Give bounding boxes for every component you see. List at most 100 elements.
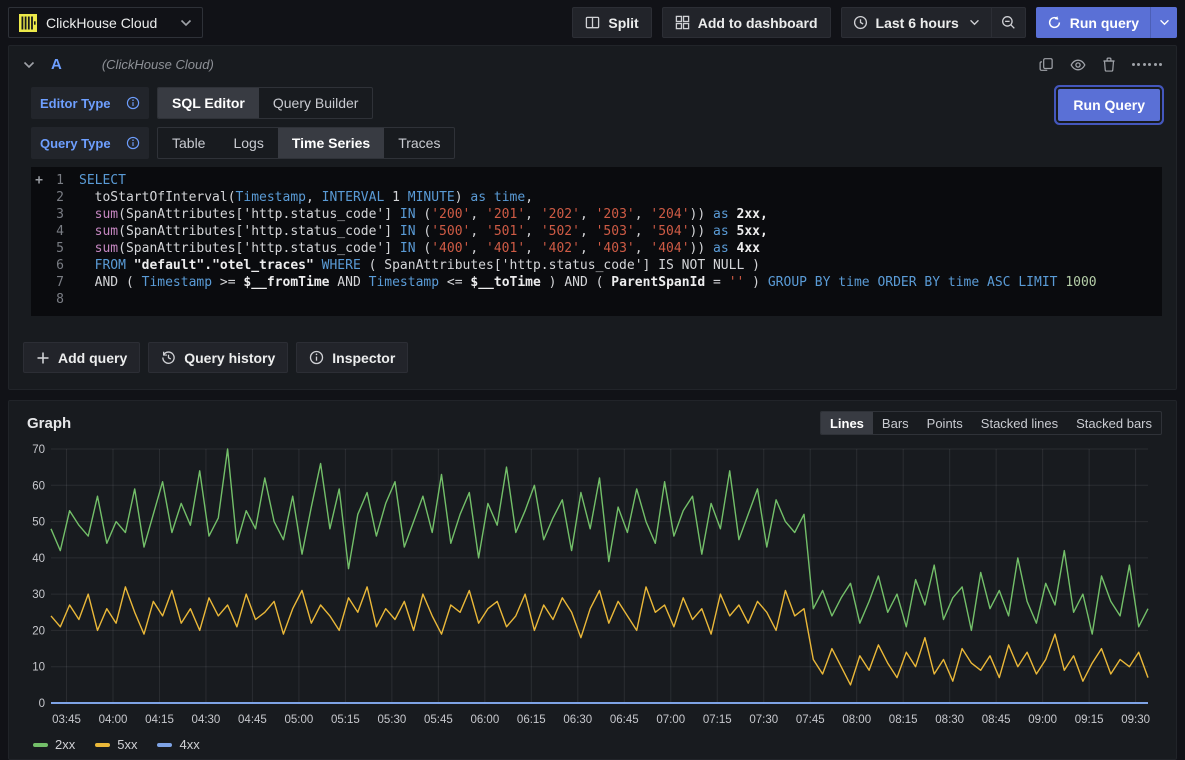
option-logs[interactable]: Logs: [219, 128, 277, 158]
line-number-gutter: 7: [31, 274, 79, 291]
code-line[interactable]: 6 FROM "default"."otel_traces" WHERE ( S…: [31, 257, 1162, 274]
run-query-label: Run query: [1070, 15, 1139, 31]
code-line[interactable]: 3 sum(SpanAttributes['http.status_code']…: [31, 206, 1162, 223]
x-axis-tick-label: 05:15: [331, 714, 360, 726]
graph-mode-toggle: LinesBarsPointsStacked linesStacked bars: [820, 411, 1162, 435]
line-number-gutter: 8: [31, 291, 79, 308]
code-line[interactable]: 4 sum(SpanAttributes['http.status_code']…: [31, 223, 1162, 240]
query-datasource-hint: (ClickHouse Cloud): [102, 57, 214, 72]
legend-swatch: [33, 743, 48, 747]
legend-swatch: [95, 743, 110, 747]
option-query-builder[interactable]: Query Builder: [259, 88, 373, 118]
legend-swatch: [157, 743, 172, 747]
info-icon[interactable]: [126, 136, 140, 150]
inspector-button[interactable]: Inspector: [296, 342, 408, 373]
code-text: toStartOfInterval(Timestamp, INTERVAL 1 …: [79, 189, 533, 206]
gutter-spacer: [31, 274, 47, 291]
collapse-chevron-icon[interactable]: [23, 61, 35, 69]
code-line[interactable]: 8: [31, 291, 1162, 308]
code-line[interactable]: 7 AND ( Timestamp >= $__fromTime AND Tim…: [31, 274, 1162, 291]
gutter-spacer: [31, 206, 47, 223]
add-line-icon[interactable]: +: [31, 172, 47, 189]
option-table[interactable]: Table: [158, 128, 219, 158]
x-axis-tick-label: 08:00: [842, 714, 871, 726]
info-icon[interactable]: [126, 96, 140, 110]
x-axis-tick-label: 04:00: [99, 714, 128, 726]
y-axis-tick-label: 60: [32, 480, 45, 492]
option-time-series[interactable]: Time Series: [278, 128, 384, 158]
code-text: sum(SpanAttributes['http.status_code'] I…: [79, 223, 768, 240]
clickhouse-logo-icon: [19, 14, 37, 32]
time-range-label: Last 6 hours: [876, 15, 959, 31]
x-axis-tick-label: 06:30: [563, 714, 592, 726]
code-line[interactable]: +1SELECT: [31, 172, 1162, 189]
info-circle-icon: [309, 350, 324, 365]
y-axis-tick-label: 40: [32, 553, 45, 565]
x-axis-tick-label: 05:30: [377, 714, 406, 726]
explore-toolbar: ClickHouse Cloud Split Add to dashboard …: [0, 0, 1185, 45]
zoom-out-time-button[interactable]: [991, 8, 1025, 37]
split-button[interactable]: Split: [572, 7, 651, 38]
query-history-button[interactable]: Query history: [148, 342, 288, 373]
x-axis-tick-label: 07:45: [796, 714, 825, 726]
line-number: 6: [47, 257, 79, 274]
y-axis-tick-label: 50: [32, 517, 45, 529]
code-line[interactable]: 2 toStartOfInterval(Timestamp, INTERVAL …: [31, 189, 1162, 206]
x-axis-tick-label: 04:15: [145, 714, 174, 726]
legend-label: 2xx: [55, 737, 75, 752]
add-query-label: Add query: [58, 350, 127, 366]
legend-item-5xx[interactable]: 5xx: [95, 737, 137, 752]
run-query-button-panel[interactable]: Run Query: [1058, 89, 1160, 121]
option-traces[interactable]: Traces: [384, 128, 454, 158]
hide-query-eye-icon[interactable]: [1070, 58, 1086, 72]
delete-query-trash-icon[interactable]: [1102, 57, 1116, 72]
add-to-dashboard-button[interactable]: Add to dashboard: [662, 7, 831, 38]
code-text: FROM "default"."otel_traces" WHERE ( Spa…: [79, 257, 760, 274]
line-number: 3: [47, 206, 79, 223]
option-stacked-lines[interactable]: Stacked lines: [972, 412, 1067, 434]
timeseries-chart[interactable]: 01020304050607003:4504:0004:1504:3004:45…: [21, 437, 1158, 733]
graph-title: Graph: [27, 415, 71, 432]
datasource-label: ClickHouse Cloud: [46, 15, 157, 31]
option-sql-editor[interactable]: SQL Editor: [158, 88, 259, 118]
drag-handle-icon[interactable]: [1132, 63, 1163, 66]
run-query-split-button: Run query: [1036, 7, 1177, 38]
gutter-spacer: [31, 291, 47, 308]
editor-type-labelbox: Editor Type: [31, 87, 149, 119]
editor-type-row: Editor Type SQL EditorQuery Builder Run …: [31, 87, 1162, 119]
add-to-dashboard-label: Add to dashboard: [698, 15, 818, 31]
line-number-gutter: 4: [31, 223, 79, 240]
query-type-row: Query Type TableLogsTime SeriesTraces: [31, 127, 1162, 159]
legend-item-4xx[interactable]: 4xx: [157, 737, 199, 752]
plus-icon: [36, 351, 50, 365]
gutter-spacer: [31, 240, 47, 257]
code-text: SELECT: [79, 172, 126, 189]
run-query-button-top[interactable]: Run query: [1036, 7, 1150, 38]
query-ref-id[interactable]: A: [51, 56, 62, 73]
option-bars[interactable]: Bars: [873, 412, 918, 434]
run-query-dropdown-caret[interactable]: [1150, 7, 1177, 38]
datasource-picker[interactable]: ClickHouse Cloud: [8, 7, 203, 38]
option-points[interactable]: Points: [918, 412, 972, 434]
y-axis-tick-label: 70: [32, 444, 45, 456]
option-lines[interactable]: Lines: [821, 412, 873, 434]
option-stacked-bars[interactable]: Stacked bars: [1067, 412, 1161, 434]
query-type-label: Query Type: [40, 136, 111, 151]
x-axis-tick-label: 07:30: [749, 714, 778, 726]
chevron-down-icon: [969, 19, 980, 26]
sql-code-editor[interactable]: +1SELECT2 toStartOfInterval(Timestamp, I…: [31, 167, 1162, 316]
time-range-control: Last 6 hours: [841, 7, 1026, 38]
add-query-button[interactable]: Add query: [23, 342, 140, 373]
legend-item-2xx[interactable]: 2xx: [33, 737, 75, 752]
refresh-icon: [1047, 15, 1062, 30]
line-number-gutter: +1: [31, 172, 79, 189]
line-number: 8: [47, 291, 79, 308]
line-number: 2: [47, 189, 79, 206]
chart-legend: 2xx 5xx 4xx: [21, 733, 1164, 752]
duplicate-query-icon[interactable]: [1039, 57, 1054, 72]
code-line[interactable]: 5 sum(SpanAttributes['http.status_code']…: [31, 240, 1162, 257]
series-line-5xx: [51, 587, 1148, 685]
x-axis-tick-label: 05:45: [424, 714, 453, 726]
time-range-picker[interactable]: Last 6 hours: [842, 8, 991, 37]
clock-icon: [853, 15, 868, 30]
